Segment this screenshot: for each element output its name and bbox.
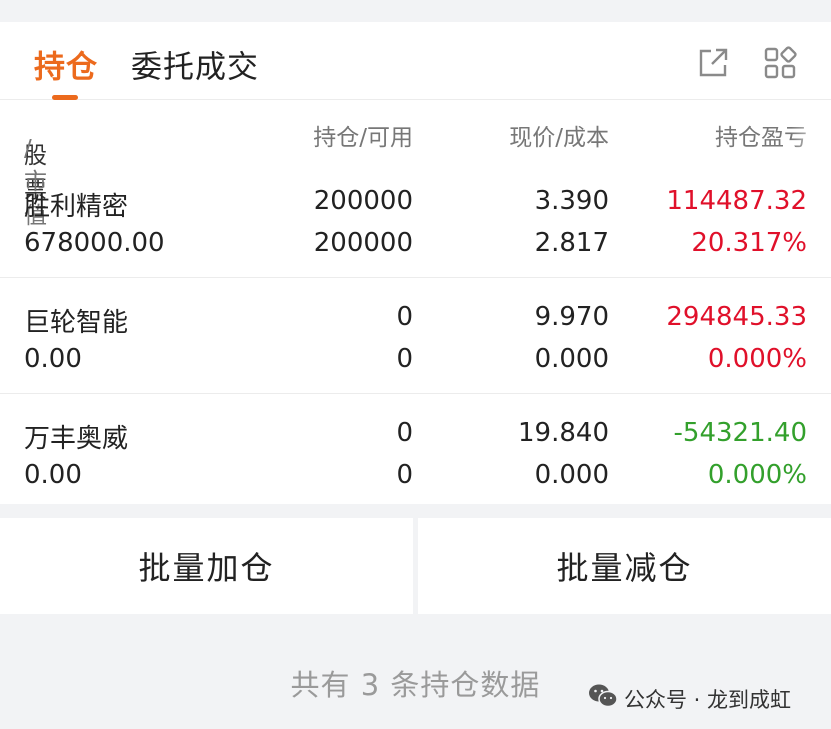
position-pnl-pct: 0.000% — [707, 460, 807, 490]
tab-bar: 持仓 委托成交 — [0, 22, 831, 100]
positions-panel: 持仓 委托成交 股票/市值 持仓/可用 现价/成本 持仓盈亏 胜利精密 6780… — [0, 22, 831, 504]
external-link-icon[interactable] — [696, 46, 730, 80]
market-value: 0.00 — [24, 460, 82, 490]
stock-name: 巨轮智能 — [24, 308, 129, 338]
market-value: 678000.00 — [24, 228, 165, 258]
position-row[interactable]: 胜利精密 678000.00 200000 200000 3.390 2.817… — [0, 162, 831, 278]
cost-price: 2.817 — [534, 228, 609, 258]
holding-qty: 0 — [396, 418, 413, 448]
current-price: 19.840 — [518, 418, 609, 448]
tab-orders-trades[interactable]: 委托成交 — [131, 42, 259, 87]
position-pnl-pct: 0.000% — [707, 344, 807, 374]
position-pnl: 294845.33 — [666, 302, 807, 332]
holding-qty: 200000 — [313, 186, 413, 216]
available-qty: 0 — [396, 344, 413, 374]
batch-action-bar: 批量加仓 批量减仓 — [0, 518, 831, 614]
header-price: 现价/成本 — [509, 125, 609, 151]
wechat-icon — [588, 683, 618, 714]
batch-reduce-button[interactable]: 批量减仓 — [418, 518, 831, 614]
cost-price: 0.000 — [534, 460, 609, 490]
watermark-text: 公众号 · 龙到成虹 — [624, 687, 792, 712]
current-price: 3.390 — [534, 186, 609, 216]
stock-name: 胜利精密 — [24, 192, 129, 222]
tab-positions[interactable]: 持仓 — [34, 42, 98, 87]
table-header: 股票/市值 持仓/可用 现价/成本 持仓盈亏 — [0, 100, 831, 229]
holding-qty: 0 — [396, 302, 413, 332]
position-pnl: 114487.32 — [666, 186, 807, 216]
market-value: 0.00 — [24, 344, 82, 374]
position-pnl-pct: 20.317% — [691, 228, 807, 258]
header-position: 持仓/可用 — [313, 125, 413, 151]
header-fade — [791, 110, 831, 154]
position-pnl: -54321.40 — [673, 418, 807, 448]
position-row[interactable]: 万丰奥威 0.00 0 0 19.840 0.000 -54321.40 0.0… — [0, 394, 831, 504]
watermark: 公众号 · 龙到成虹 — [588, 683, 791, 714]
available-qty: 200000 — [313, 228, 413, 258]
current-price: 9.970 — [534, 302, 609, 332]
cost-price: 0.000 — [534, 344, 609, 374]
apps-grid-icon[interactable] — [764, 46, 798, 80]
available-qty: 0 — [396, 460, 413, 490]
stock-name: 万丰奥威 — [24, 424, 129, 454]
position-row[interactable]: 巨轮智能 0.00 0 0 9.970 0.000 294845.33 0.00… — [0, 278, 831, 394]
batch-add-button[interactable]: 批量加仓 — [0, 518, 413, 614]
